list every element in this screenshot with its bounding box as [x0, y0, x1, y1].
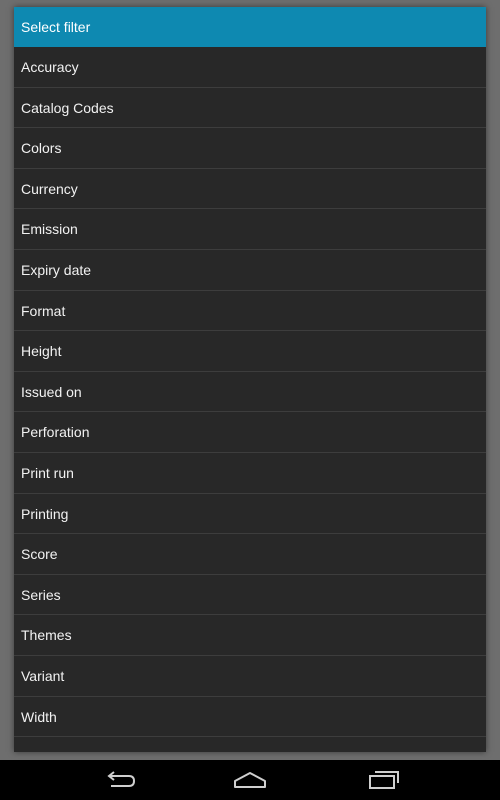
- filter-item-accuracy[interactable]: Accuracy: [14, 47, 486, 88]
- back-button[interactable]: [99, 768, 139, 792]
- filter-item-score[interactable]: Score: [14, 534, 486, 575]
- filter-item-themes[interactable]: Themes: [14, 615, 486, 656]
- dialog-title: Select filter: [14, 7, 486, 47]
- filter-item-issued-on[interactable]: Issued on: [14, 372, 486, 413]
- filter-item-series[interactable]: Series: [14, 575, 486, 616]
- filter-item-emission[interactable]: Emission: [14, 209, 486, 250]
- filter-item-width[interactable]: Width: [14, 697, 486, 738]
- filter-item-perforation[interactable]: Perforation: [14, 412, 486, 453]
- back-icon: [99, 768, 139, 792]
- filter-item-height[interactable]: Height: [14, 331, 486, 372]
- home-button[interactable]: [230, 768, 270, 792]
- filter-item-printing[interactable]: Printing: [14, 494, 486, 535]
- filter-item-currency[interactable]: Currency: [14, 169, 486, 210]
- filter-item-variant[interactable]: Variant: [14, 656, 486, 697]
- filter-item-colors[interactable]: Colors: [14, 128, 486, 169]
- recent-apps-icon: [363, 768, 403, 792]
- filter-item-expiry-date[interactable]: Expiry date: [14, 250, 486, 291]
- filter-item-print-run[interactable]: Print run: [14, 453, 486, 494]
- select-filter-dialog: Select filter Accuracy Catalog Codes Col…: [14, 7, 486, 752]
- filter-item-format[interactable]: Format: [14, 291, 486, 332]
- home-icon: [230, 768, 270, 792]
- filter-list: Accuracy Catalog Codes Colors Currency E…: [14, 47, 486, 738]
- recent-apps-button[interactable]: [363, 768, 403, 792]
- filter-item-catalog-codes[interactable]: Catalog Codes: [14, 88, 486, 129]
- navigation-bar: [0, 760, 500, 800]
